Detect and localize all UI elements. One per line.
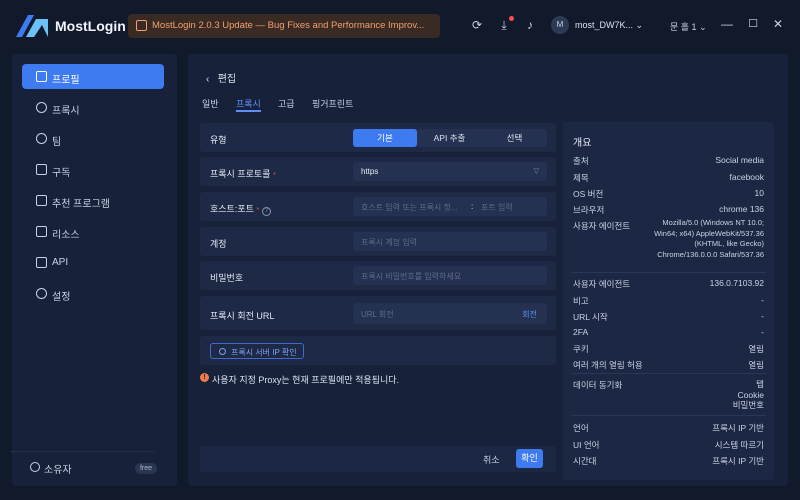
account-input[interactable]: 프록시 계정 입력 [353, 232, 547, 251]
back-button[interactable]: ‹ 편집 [206, 70, 236, 85]
sidebar-item-proxy[interactable]: 프록시 [22, 95, 164, 120]
password-label: 비밀번호 [210, 273, 244, 283]
password-input[interactable]: 프록시 비밀번호를 입력하세요 [353, 266, 547, 285]
sidebar-item-label: 팀 [52, 137, 62, 148]
proxy-protocol-label: 프록시 프로토콜 * [210, 169, 276, 179]
minimize-icon[interactable]: — [721, 18, 733, 30]
divider [571, 373, 766, 374]
divider [571, 415, 766, 416]
account-label: 계정 [210, 239, 227, 249]
host-port-label: 호스트:포트 *? [210, 202, 272, 216]
divider [571, 272, 766, 273]
chevron-down-icon: ⌄ [699, 22, 707, 32]
proxy-type-segmented: 기본 API 추출 선택 [353, 129, 547, 147]
settings-icon [36, 288, 47, 299]
type-option-select[interactable]: 선택 [482, 129, 547, 147]
overview-title: 개요 [573, 138, 592, 149]
sidebar-item-resources[interactable]: 리소스 [22, 219, 164, 244]
rotate-url-row: 프록시 회전 URL URL 회전 회전 [200, 296, 556, 330]
api-icon [36, 257, 47, 268]
close-icon[interactable]: ✕ [772, 18, 784, 30]
sidebar: 프로필 프록시 팀 구독 추천 프로그램 리소스 API 설정 [12, 54, 177, 486]
proxy-icon [36, 102, 47, 113]
help-icon: ? [262, 207, 272, 216]
sidebar-item-label: API [52, 257, 69, 268]
check-proxy-ip-button[interactable]: 프록시 서버 IP 확인 [210, 343, 304, 359]
sidebar-item-label: 프로필 [52, 75, 80, 86]
rotate-url-input[interactable]: URL 회전 회전 [353, 303, 547, 324]
tab-advanced[interactable]: 고급 [278, 97, 295, 110]
proxy-type-label: 유형 [210, 135, 227, 145]
sidebar-item-label: 리소스 [52, 230, 80, 241]
announcement-icon [136, 20, 147, 31]
account-row: 계정 프록시 계정 입력 [200, 227, 556, 256]
data-sync-values: 탭 Cookie 비밀번호 [732, 379, 764, 410]
host-port-row: 호스트:포트 *? 호스트 입력 또는 프록시 정... : 포트 입력 [200, 192, 556, 221]
proxy-type-row: 유형 기본 API 추출 선택 [200, 123, 556, 152]
refresh-icon[interactable]: ⟳ [470, 18, 484, 32]
download-icon[interactable]: ⤓ [497, 16, 514, 32]
brand-name: MostLogin [55, 18, 126, 34]
sidebar-item-settings[interactable]: 설정 [22, 281, 164, 306]
thumbs-up-icon [36, 195, 47, 206]
bell-icon[interactable]: ♪ [523, 18, 537, 32]
sidebar-item-referral[interactable]: 추천 프로그램 [22, 188, 164, 213]
host-input[interactable]: 호스트 입력 또는 프록시 정... : 포트 입력 [353, 197, 547, 216]
cancel-button[interactable]: 취소 [483, 453, 500, 466]
mostlogin-logo-icon [16, 15, 48, 37]
rotate-url-label: 프록시 회전 URL [210, 311, 275, 321]
confirm-button[interactable]: 확인 [516, 449, 543, 468]
avatar: M [551, 16, 569, 34]
update-notice[interactable]: MostLogin 2.0.3 Update — Bug Fixes and P… [128, 14, 440, 38]
proxy-warning: ! 사용자 지정 Proxy는 현재 프로필에만 적용됩니다. [200, 373, 399, 386]
type-option-basic[interactable]: 기본 [353, 129, 417, 147]
type-option-api[interactable]: API 추출 [417, 129, 482, 147]
password-row: 비밀번호 프록시 비밀번호를 입력하세요 [200, 261, 556, 290]
resource-icon [36, 226, 47, 237]
form-footer: 취소 확인 [200, 446, 556, 472]
sidebar-item-profile[interactable]: 프로필 [22, 64, 164, 89]
user-name: most_DW7K... ⌄ [575, 20, 644, 30]
tab-fingerprint[interactable]: 핑거프린트 [312, 97, 353, 110]
top-bar: MostLogin MostLogin 2.0.3 Update — Bug F… [0, 0, 800, 52]
sidebar-divider [10, 451, 155, 452]
language-switcher[interactable]: 문 홀 1 ⌄ [670, 20, 707, 33]
tab-general[interactable]: 일반 [202, 97, 219, 110]
owner-label[interactable]: 소유자 [20, 461, 72, 476]
user-icon [219, 348, 226, 355]
chevron-down-icon: ▽ [533, 168, 539, 175]
port-input[interactable]: 포트 입력 [481, 202, 513, 213]
maximize-icon[interactable]: ☐ [747, 18, 759, 30]
sidebar-item-team[interactable]: 팀 [22, 126, 164, 151]
rotate-button[interactable]: 회전 [522, 309, 537, 320]
notification-dot [509, 16, 514, 21]
sidebar-item-subscription[interactable]: 구독 [22, 157, 164, 182]
sidebar-item-label: 추천 프로그램 [52, 199, 110, 210]
edit-profile-panel: ‹ 편집 일반 프록시 고급 핑거프린트 유형 기본 API 추출 선택 프록시… [188, 54, 788, 486]
sidebar-item-api[interactable]: API [22, 250, 164, 275]
sidebar-item-label: 설정 [52, 292, 71, 303]
check-proxy-row: 프록시 서버 IP 확인 [200, 336, 556, 365]
chevron-down-icon: ⌄ [635, 20, 644, 30]
user-agent-value: Mozilla/5.0 (Windows NT 10.0; Win64; x64… [654, 218, 764, 259]
overview-panel: 개요 출처 Social media 제목 facebook OS 버전 10 브라우… [563, 122, 774, 480]
subscription-icon [36, 164, 47, 175]
warning-icon: ! [200, 373, 209, 382]
plan-badge: free [135, 463, 157, 474]
update-notice-text: MostLogin 2.0.3 Update — Bug Fixes and P… [152, 20, 425, 31]
proxy-protocol-select[interactable]: https ▽ [353, 162, 547, 181]
tab-proxy[interactable]: 프록시 [236, 97, 261, 112]
sidebar-item-label: 프록시 [52, 106, 80, 117]
team-icon [36, 133, 47, 144]
proxy-protocol-row: 프록시 프로토콜 * https ▽ [200, 157, 556, 186]
profile-icon [36, 71, 47, 82]
chevron-left-icon: ‹ [206, 74, 210, 85]
sidebar-item-label: 구독 [52, 168, 71, 179]
user-icon [30, 462, 40, 472]
